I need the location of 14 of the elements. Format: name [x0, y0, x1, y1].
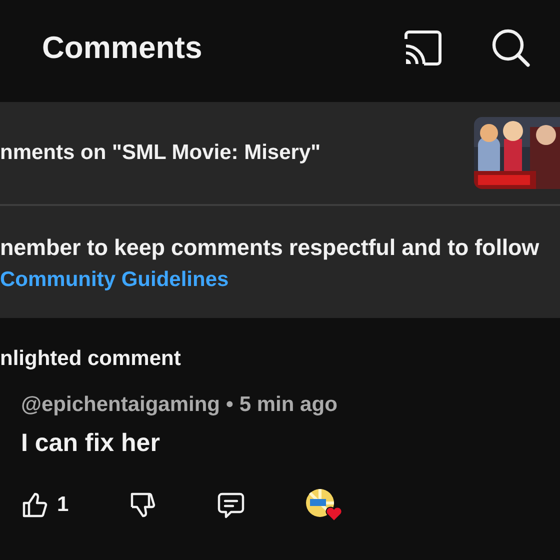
section-heading: nlighted comment: [0, 347, 182, 371]
comment-text: I can fix her: [21, 429, 161, 458]
comment-author[interactable]: @epichentaigaming: [21, 393, 220, 417]
reply-icon[interactable]: [216, 491, 245, 519]
notice-text: nember to keep comments respectful and to follow: [0, 234, 540, 262]
thumbs-up-icon[interactable]: [21, 491, 49, 519]
thumbs-down-icon[interactable]: [128, 491, 157, 519]
search-icon[interactable]: [490, 27, 532, 69]
separator-dot: •: [226, 393, 234, 417]
like-count: 1: [57, 493, 69, 517]
guidelines-link[interactable]: Community Guidelines: [0, 268, 229, 291]
video-title: nments on "SML Movie: Misery": [0, 141, 321, 165]
comment-time: 5 min ago: [239, 393, 338, 417]
page-title: Comments: [42, 30, 204, 66]
